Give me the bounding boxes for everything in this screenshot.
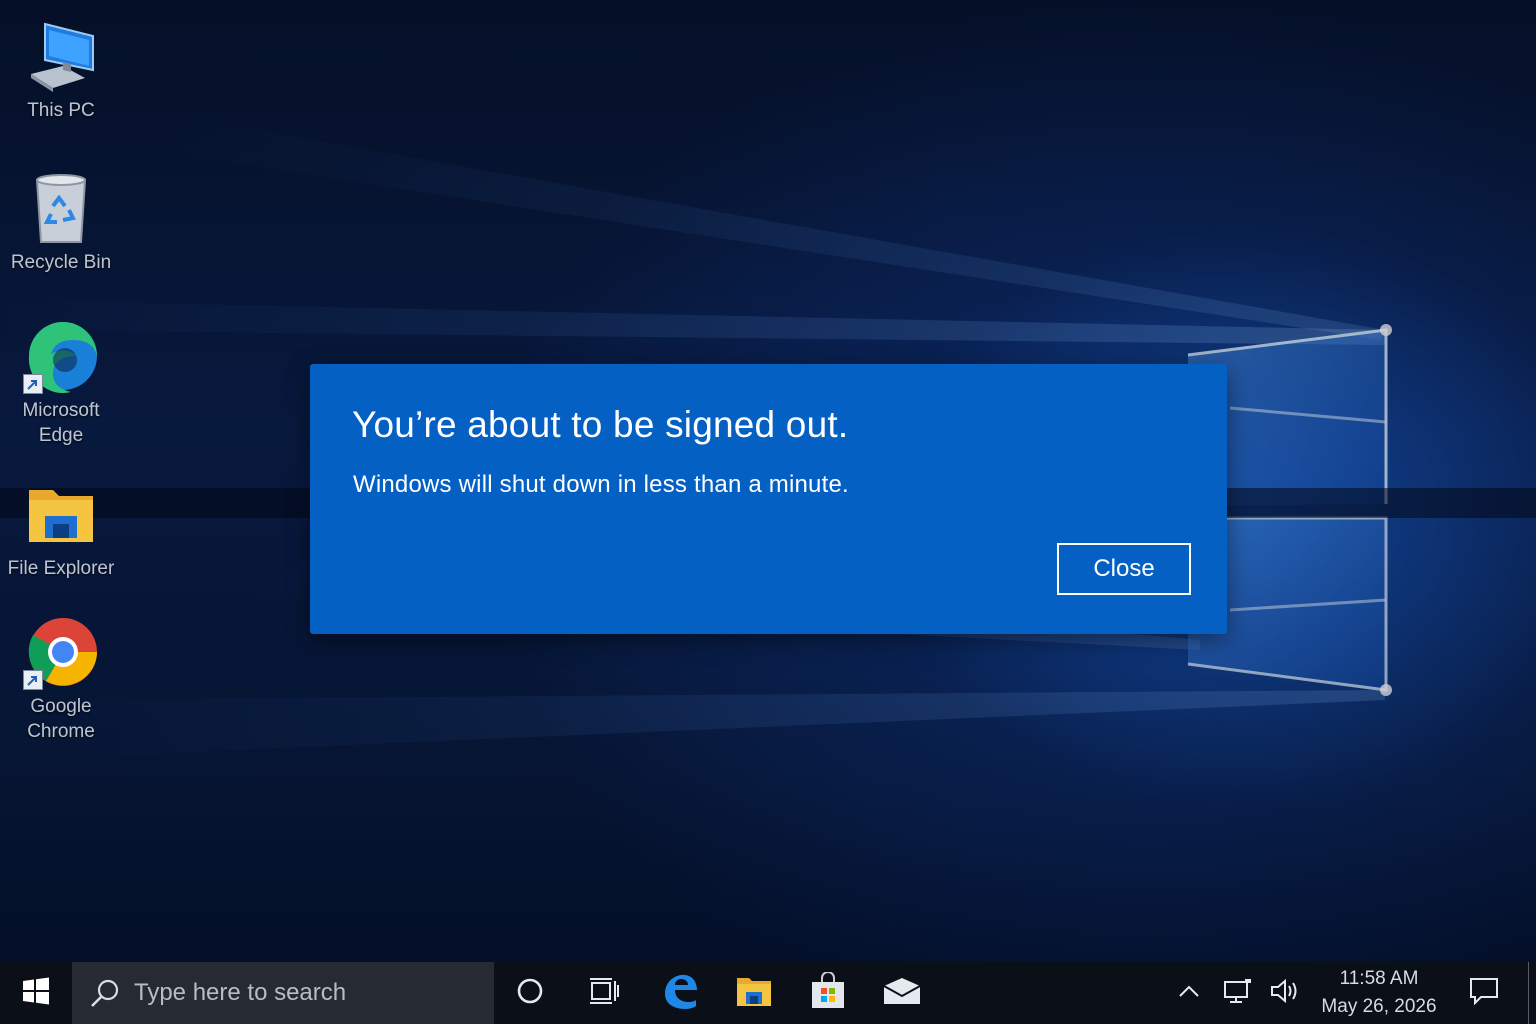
speaker-icon <box>1269 978 1301 1009</box>
clock-time: 11:58 AM <box>1339 968 1419 989</box>
desktop-icon-recycle-bin[interactable]: Recycle Bin <box>1 170 121 275</box>
sign-out-dialog: You’re about to be signed out. Windows w… <box>310 364 1227 634</box>
desktop-icon-microsoft-edge[interactable]: Microsoft Edge <box>1 318 121 448</box>
desktop-icon-google-chrome[interactable]: Google Chrome <box>1 614 121 744</box>
shortcut-arrow-icon <box>23 374 43 394</box>
taskbar-file-explorer-button[interactable] <box>724 962 784 1024</box>
task-view-icon <box>589 977 619 1010</box>
show-desktop-button[interactable] <box>1528 962 1536 1024</box>
edge-icon <box>661 972 699 1015</box>
close-button[interactable]: Close <box>1057 543 1191 595</box>
chrome-icon <box>23 614 99 690</box>
taskbar-search-box[interactable]: Type here to search <box>72 962 494 1024</box>
clock-date: May 26, 2026 <box>1321 996 1437 1017</box>
recycle-bin-icon <box>23 170 99 246</box>
network-icon <box>1223 978 1253 1009</box>
clock[interactable]: 11:58 AM May 26, 2026 <box>1312 962 1446 1024</box>
file-explorer-icon <box>735 974 773 1013</box>
action-center-button[interactable] <box>1458 962 1510 1024</box>
desktop-icon-label: File Explorer <box>7 558 115 579</box>
mail-icon <box>882 976 922 1011</box>
desktop-icon-label: Google Chrome <box>27 696 95 742</box>
taskbar: Type here to search 11:58 AM May 26, 202… <box>0 962 1536 1024</box>
taskbar-store-button[interactable] <box>798 962 858 1024</box>
desktop-icon-file-explorer[interactable]: File Explorer <box>1 476 121 581</box>
desktop-icon-label: Recycle Bin <box>10 252 112 273</box>
task-view-button[interactable] <box>574 962 634 1024</box>
cortana-icon <box>516 977 544 1010</box>
search-icon <box>90 978 120 1008</box>
edge-icon <box>23 318 99 394</box>
network-button[interactable] <box>1218 962 1258 1024</box>
start-button[interactable] <box>0 962 72 1024</box>
taskbar-mail-button[interactable] <box>872 962 932 1024</box>
file-explorer-icon <box>23 476 99 552</box>
dialog-message: Windows will shut down in less than a mi… <box>353 471 849 498</box>
search-placeholder: Type here to search <box>134 979 347 1006</box>
dialog-title: You’re about to be signed out. <box>352 404 849 445</box>
store-icon <box>809 970 847 1015</box>
desktop-icon-label: This PC <box>27 100 95 121</box>
desktop-icon-label: Microsoft Edge <box>22 400 100 446</box>
chevron-up-icon <box>1178 984 1200 1003</box>
volume-button[interactable] <box>1264 962 1306 1024</box>
show-hidden-icons-button[interactable] <box>1172 962 1206 1024</box>
shortcut-arrow-icon <box>23 670 43 690</box>
windows-logo-icon <box>22 977 50 1010</box>
notification-icon <box>1469 977 1499 1010</box>
desktop-icon-this-pc[interactable]: This PC <box>1 18 121 123</box>
this-pc-icon <box>23 18 99 94</box>
taskbar-edge-button[interactable] <box>650 962 710 1024</box>
cortana-button[interactable] <box>500 962 560 1024</box>
